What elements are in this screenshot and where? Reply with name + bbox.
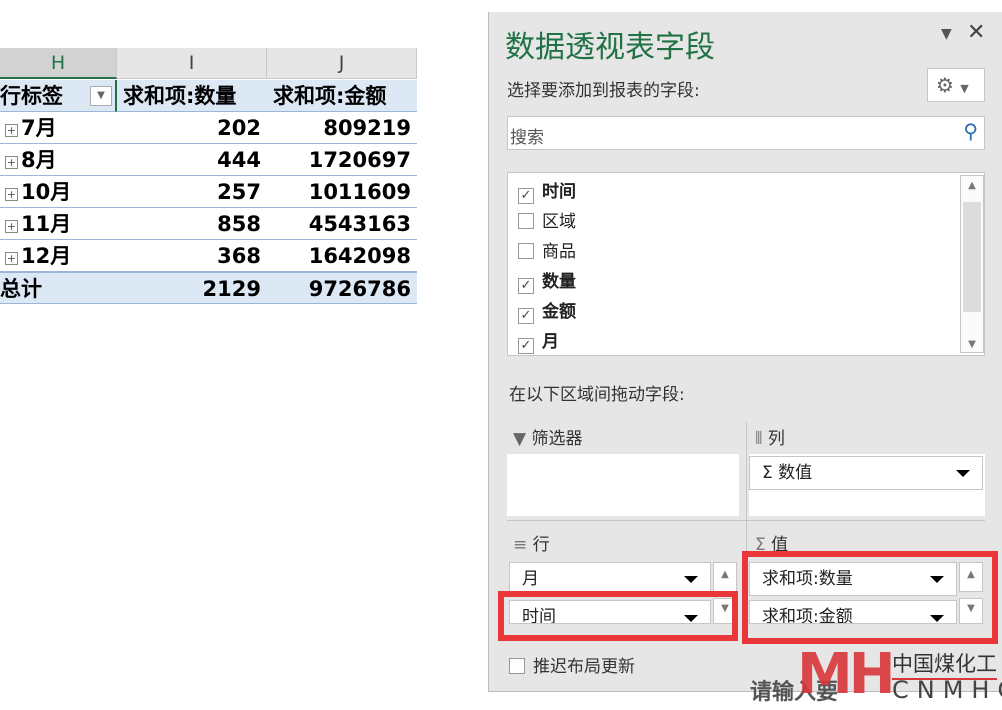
qty-cell[interactable]: 444 — [117, 144, 267, 176]
field-checkbox[interactable]: ✓ — [518, 278, 534, 294]
ribbon-area — [0, 0, 490, 48]
defer-checkbox[interactable] — [509, 658, 525, 674]
area-divider — [507, 520, 985, 521]
field-item[interactable]: 区域 — [518, 207, 576, 232]
rows-scroll-up[interactable]: ▲ — [713, 562, 737, 592]
field-list-scrollbar[interactable]: ▲ ▼ — [960, 175, 984, 353]
columns-item[interactable]: Σ 数值 — [749, 456, 983, 490]
expand-icon[interactable]: + — [5, 220, 18, 233]
column-header-i[interactable]: I — [117, 48, 267, 79]
field-checkbox[interactable]: ✓ — [518, 338, 534, 354]
drag-instructions: 在以下区域间拖动字段: — [509, 385, 685, 405]
qty-cell[interactable]: 858 — [117, 208, 267, 240]
highlight-box-values — [742, 551, 998, 644]
panel-title: 数据透视表字段 — [505, 30, 715, 65]
row-label: 12月 — [21, 244, 72, 268]
field-name: 月 — [542, 332, 559, 352]
close-icon[interactable]: ✕ — [967, 20, 985, 45]
total-qty[interactable]: 2129 — [117, 272, 267, 304]
dropdown-arrow-icon[interactable] — [956, 470, 970, 477]
dropdown-arrow-icon[interactable] — [684, 576, 698, 583]
field-list: ✓ 时间 区域 商品 ✓ 数量 ✓ 金额 ✓ 月 ▲ ▼ — [507, 172, 985, 356]
filter-drop-area[interactable] — [507, 454, 739, 516]
field-name: 区域 — [542, 212, 576, 232]
amount-cell[interactable]: 1642098 — [267, 240, 417, 272]
amount-cell[interactable]: 1011609 — [267, 176, 417, 208]
watermark-text-en: CNMHG — [892, 676, 1002, 704]
qty-cell[interactable]: 202 — [117, 112, 267, 144]
field-name: 时间 — [542, 182, 576, 202]
columns-label: 列 — [767, 429, 785, 449]
row-labels-header-text: 行标签 — [0, 84, 63, 108]
field-item[interactable]: ✓ 时间 — [518, 177, 576, 204]
qty-cell[interactable]: 257 — [117, 176, 267, 208]
expand-icon[interactable]: + — [5, 188, 18, 201]
column-header-j[interactable]: J — [267, 48, 417, 79]
row-label-cell[interactable]: +8月 — [0, 144, 117, 176]
expand-icon[interactable]: + — [5, 252, 18, 265]
total-label[interactable]: 总计 — [0, 272, 117, 304]
filter-dropdown-button[interactable]: ▼ — [90, 86, 112, 106]
columns-area-label: ⦀ 列 — [755, 424, 785, 449]
field-name: 金额 — [542, 302, 576, 322]
qty-cell[interactable]: 368 — [117, 240, 267, 272]
field-name: 商品 — [542, 242, 576, 262]
column-header-h[interactable]: H — [0, 48, 117, 79]
field-item[interactable]: ✓ 数量 — [518, 267, 576, 294]
row-label: 11月 — [21, 212, 72, 236]
field-checkbox[interactable]: ✓ — [518, 308, 534, 324]
amount-cell[interactable]: 1720697 — [267, 144, 417, 176]
watermark-logo: MH — [797, 642, 896, 707]
panel-subtitle: 选择要添加到报表的字段: — [507, 81, 700, 101]
amount-header[interactable]: 求和项:金额 — [267, 80, 417, 112]
search-icon: ⚲ — [963, 119, 978, 143]
filter-label: 筛选器 — [531, 429, 583, 449]
row-label-cell[interactable]: +10月 — [0, 176, 117, 208]
expand-icon[interactable]: + — [5, 156, 18, 169]
row-labels-header[interactable]: 行标签 ▼ — [0, 80, 117, 112]
filter-area-label: ▼ 筛选器 — [513, 424, 582, 449]
total-amount[interactable]: 9726786 — [267, 272, 417, 304]
row-label: 7月 — [21, 116, 57, 140]
expand-icon[interactable]: + — [5, 124, 18, 137]
columns-item-label: Σ 数值 — [762, 463, 813, 483]
search-placeholder: 搜索 — [510, 128, 544, 148]
row-label-cell[interactable]: +7月 — [0, 112, 117, 144]
row-label-cell[interactable]: +12月 — [0, 240, 117, 272]
qty-header[interactable]: 求和项:数量 — [117, 80, 267, 112]
columns-drop-area[interactable]: Σ 数值 — [749, 454, 985, 516]
field-name: 数量 — [542, 272, 576, 292]
row-label: 8月 — [21, 148, 57, 172]
field-item[interactable]: ✓ 金额 — [518, 297, 576, 324]
field-checkbox[interactable]: ✓ — [518, 188, 534, 204]
field-checkbox[interactable] — [518, 243, 534, 259]
search-input[interactable]: 搜索 ⚲ — [507, 116, 985, 150]
gear-icon[interactable]: ⚙ ▼ — [927, 68, 985, 102]
rows-icon: ≡ — [513, 535, 533, 555]
field-checkbox[interactable] — [518, 213, 534, 229]
defer-label: 推迟布局更新 — [533, 657, 635, 677]
amount-cell[interactable]: 4543163 — [267, 208, 417, 240]
field-item[interactable]: ✓ 月 — [518, 327, 559, 354]
columns-icon: ⦀ — [755, 429, 768, 449]
field-item[interactable]: 商品 — [518, 237, 576, 262]
rows-item-label: 月 — [522, 569, 539, 589]
panel-options-icon[interactable]: ▼ — [941, 26, 952, 42]
filter-icon: ▼ — [513, 429, 532, 449]
highlight-box-rows — [498, 591, 738, 641]
rows-area-label: ≡ 行 — [513, 530, 550, 555]
amount-cell[interactable]: 809219 — [267, 112, 417, 144]
row-label-cell[interactable]: +11月 — [0, 208, 117, 240]
rows-label: 行 — [532, 535, 550, 555]
row-label: 10月 — [21, 180, 72, 204]
defer-layout-update[interactable]: 推迟布局更新 — [509, 652, 635, 677]
